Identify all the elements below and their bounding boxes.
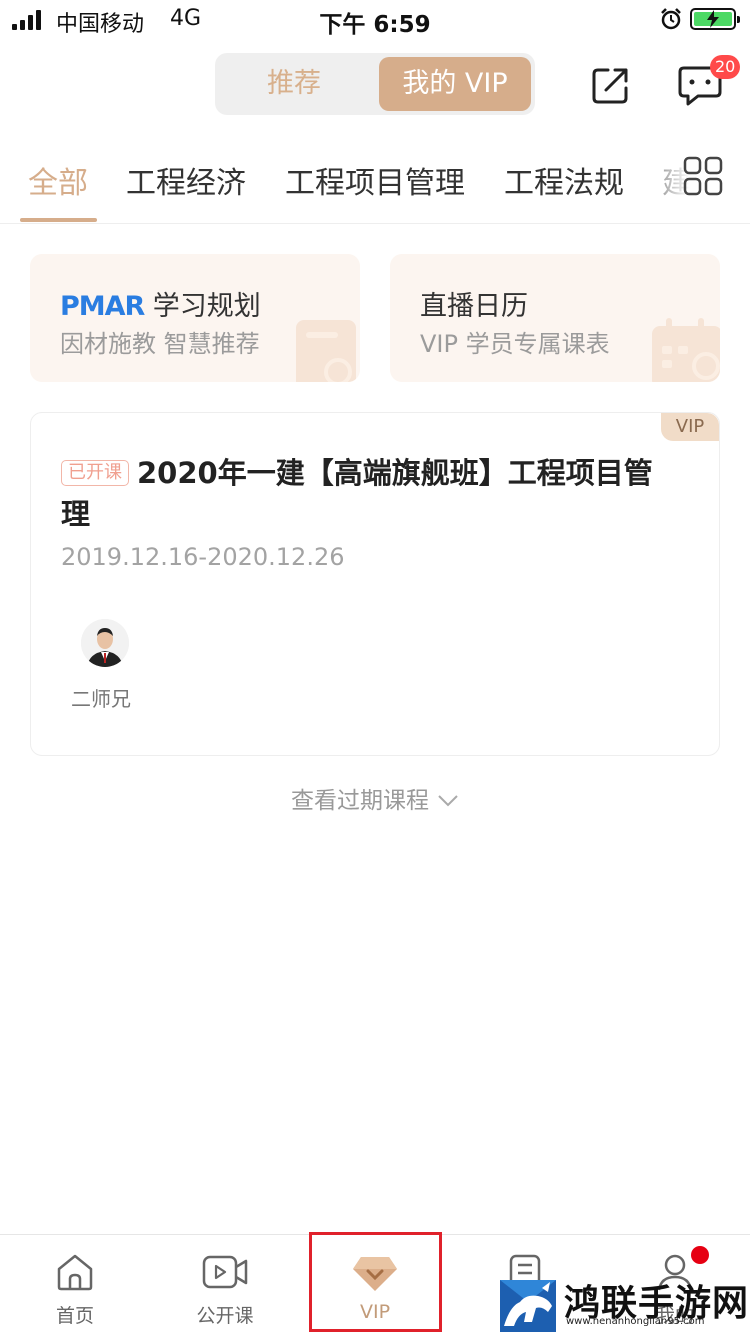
- nav-open-class-label: 公开课: [196, 1305, 254, 1327]
- calendar-icon: [652, 318, 720, 382]
- battery-icon: [690, 8, 740, 30]
- nav-vip-label: VIP: [359, 1301, 391, 1323]
- nav-open-class[interactable]: 公开课: [150, 1235, 300, 1334]
- tab-engineering-regulations[interactable]: 工程法规: [504, 158, 624, 202]
- document-icon: [296, 320, 356, 382]
- segment-my-vip[interactable]: 我的 VIP: [379, 57, 531, 111]
- course-title: 已开课 2020年一建【高端旗舰班】工程项目管理: [61, 456, 653, 531]
- study-plan-subtitle: 因材施教 智慧推荐: [60, 330, 260, 358]
- live-calendar-title: 直播日历: [420, 291, 528, 322]
- vip-tag: VIP: [661, 413, 719, 441]
- course-status-badge: 已开课: [61, 460, 129, 486]
- live-calendar-subtitle: VIP 学员专属课表: [420, 330, 610, 358]
- live-calendar-card[interactable]: 直播日历 VIP 学员专属课表: [390, 254, 720, 382]
- watermark-url: www.henanhonglian95.com: [566, 1316, 705, 1327]
- alarm-icon: [661, 8, 681, 30]
- tab-project-management[interactable]: 工程项目管理: [285, 158, 465, 202]
- share-icon[interactable]: [588, 64, 632, 108]
- nav-home-label: 首页: [55, 1305, 94, 1327]
- grid-menu-icon[interactable]: [683, 156, 723, 196]
- home-icon: [57, 1254, 93, 1291]
- watermark: 鸿联手游网 www.henanhonglian95.com: [498, 1272, 750, 1334]
- tab-engineering-economics[interactable]: 工程经济: [126, 158, 246, 202]
- nav-vip[interactable]: VIP: [300, 1235, 450, 1334]
- study-plan-card[interactable]: PMAR 学习规划 因材施教 智慧推荐: [30, 254, 360, 382]
- message-count-badge: 20: [710, 55, 741, 79]
- status-bar: 中国移动 4G 下午 6:59: [0, 0, 750, 40]
- teacher-avatar: [81, 619, 129, 667]
- pmar-logo: PMAR: [60, 291, 145, 322]
- study-plan-title: PMAR 学习规划: [60, 291, 261, 322]
- teacher-name: 二师兄: [71, 687, 131, 711]
- nav-home[interactable]: 首页: [0, 1235, 150, 1334]
- segment-recommend[interactable]: 推荐: [219, 57, 369, 111]
- vip-diamond-icon: [353, 1257, 397, 1291]
- segmented-control: 推荐 我的 VIP: [215, 53, 535, 115]
- profile-notification-dot: [691, 1246, 709, 1264]
- chevron-down-icon: [438, 795, 458, 807]
- course-date-range: 2019.12.16-2020.12.26: [61, 543, 345, 571]
- view-expired-courses-link[interactable]: 查看过期课程: [0, 781, 750, 815]
- tab-all[interactable]: 全部: [28, 158, 88, 202]
- watermark-logo: [500, 1280, 556, 1332]
- video-icon: [202, 1255, 248, 1289]
- category-tabs: 全部 工程经济 工程项目管理 工程法规 建: [0, 150, 750, 224]
- course-card[interactable]: VIP 已开课 2020年一建【高端旗舰班】工程项目管理 2019.12.16-2…: [30, 412, 720, 756]
- status-time: 下午 6:59: [319, 12, 431, 38]
- active-tab-indicator: [20, 218, 97, 222]
